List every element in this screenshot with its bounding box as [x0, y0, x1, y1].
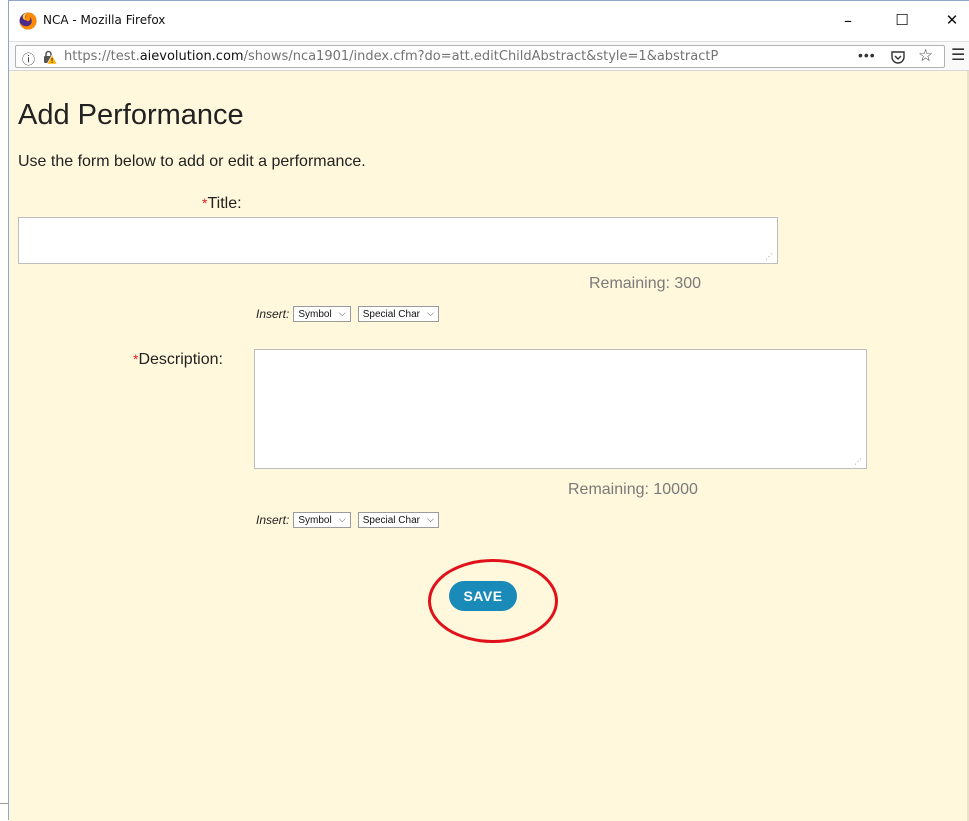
title-input[interactable]: [18, 217, 778, 264]
description-insert-row: Insert: Symbol ⌵ Special Char ⌵: [256, 512, 446, 528]
outer-edge-tick: [0, 803, 8, 804]
chevron-down-icon: ⌵: [427, 514, 434, 524]
insert-label: Insert:: [256, 307, 290, 321]
chevron-down-icon: ⌵: [338, 308, 346, 318]
browser-window: NCA - Mozilla Firefox – ☐ ✕ ⓘ https://te…: [8, 0, 969, 821]
insert-label: Insert:: [256, 513, 290, 527]
title-special-char-select[interactable]: Special Char ⌵: [357, 306, 439, 322]
title-label-text: Title:: [207, 195, 242, 212]
title-insert-row: Insert: Symbol ⌵ Special Char ⌵: [256, 306, 446, 322]
title-resize-handle-icon[interactable]: ⋰: [765, 253, 773, 261]
page-title: Add Performance: [18, 99, 244, 131]
title-bar: NCA - Mozilla Firefox – ☐ ✕: [9, 1, 969, 41]
select-value: Special Char: [362, 515, 420, 526]
save-button[interactable]: SAVE: [449, 581, 517, 611]
url-input[interactable]: ⓘ https://test.aievolution.com/shows/nca…: [15, 45, 945, 68]
navigation-bar: ⓘ https://test.aievolution.com/shows/nca…: [9, 41, 969, 71]
url-path: /shows/nca1901/index.cfm?do=att.editChil…: [243, 49, 719, 64]
description-resize-handle-icon[interactable]: ⋰: [854, 458, 862, 466]
window-title: NCA - Mozilla Firefox: [43, 13, 166, 27]
description-remaining: Remaining: 10000: [568, 481, 698, 498]
pocket-icon[interactable]: [890, 49, 906, 65]
insecure-lock-icon[interactable]: [42, 49, 58, 65]
maximize-button[interactable]: ☐: [879, 5, 925, 35]
page-content: Add Performance Use the form below to ad…: [9, 71, 969, 821]
select-value: Symbol: [298, 309, 332, 320]
site-info-icon[interactable]: ⓘ: [22, 49, 35, 68]
description-label-text: Description:: [138, 351, 223, 368]
title-label: *Title:: [202, 195, 242, 213]
firefox-logo-icon: [19, 12, 37, 30]
select-value: Symbol: [298, 515, 332, 526]
description-label: *Description:: [133, 351, 223, 369]
chevron-down-icon: ⌵: [338, 514, 346, 524]
url-prefix: https://test.: [64, 49, 140, 64]
title-symbol-select[interactable]: Symbol ⌵: [293, 306, 351, 322]
description-input[interactable]: [254, 349, 867, 469]
url-domain: aievolution.com: [139, 49, 244, 64]
url-text: https://test.aievolution.com/shows/nca19…: [64, 49, 844, 64]
hamburger-menu-icon[interactable]: ☰: [951, 45, 965, 65]
intro-text: Use the form below to add or edit a perf…: [18, 153, 366, 170]
select-value: Special Char: [362, 309, 420, 320]
description-symbol-select[interactable]: Symbol ⌵: [293, 512, 351, 528]
title-remaining: Remaining: 300: [589, 275, 702, 292]
close-button[interactable]: ✕: [929, 5, 969, 35]
page-actions-icon[interactable]: •••: [858, 47, 876, 63]
minimize-button[interactable]: –: [825, 5, 871, 35]
chevron-down-icon: ⌵: [427, 308, 434, 318]
bookmark-star-icon[interactable]: ☆: [918, 46, 933, 66]
description-special-char-select[interactable]: Special Char ⌵: [357, 512, 439, 528]
